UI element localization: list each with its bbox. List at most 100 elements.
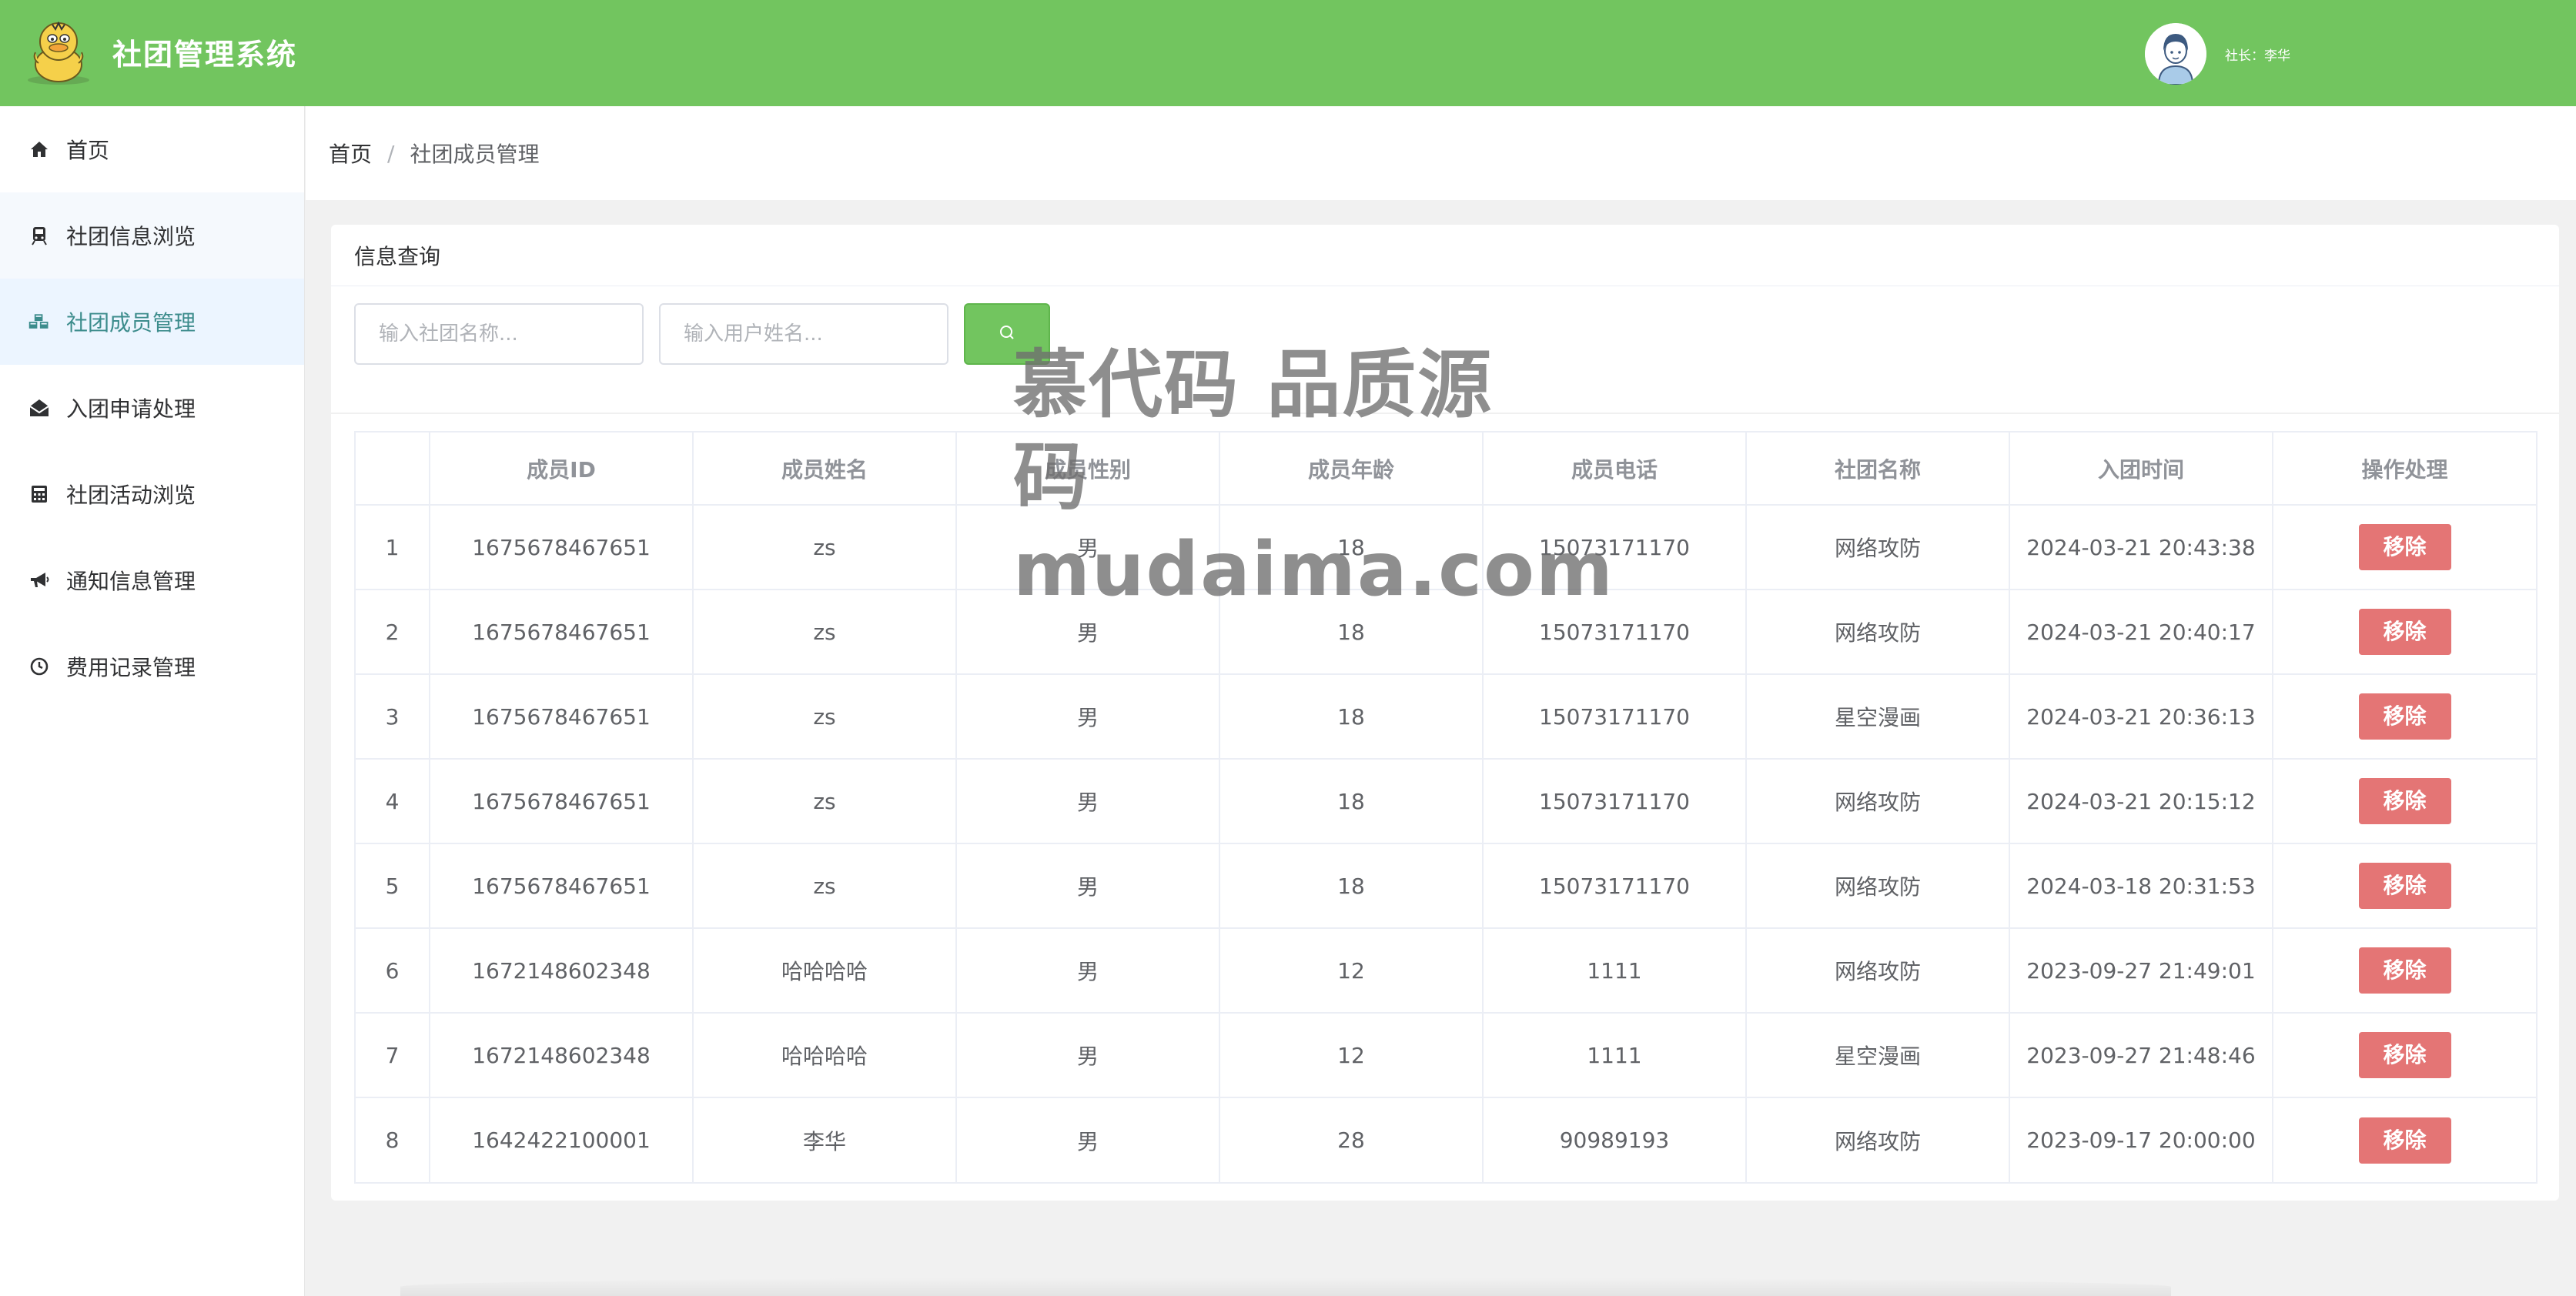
cell-club-name: 星空漫画 — [1746, 1013, 2010, 1098]
cell-club-name: 网络攻防 — [1746, 1097, 2010, 1182]
remove-button[interactable]: 移除 — [2358, 609, 2451, 655]
member-query-card: 信息查询 成员ID 成员姓名 成员性别 成员年龄 成员电话 社团名称 入团时间 — [331, 225, 2559, 1201]
column-header-index — [356, 433, 430, 506]
cell-member-phone: 15073171170 — [1483, 674, 1747, 760]
cell-member-gender: 男 — [956, 505, 1220, 590]
card-divider — [331, 413, 2559, 414]
column-header-join-time: 入团时间 — [2009, 433, 2273, 506]
remove-button[interactable]: 移除 — [2358, 863, 2451, 909]
table-row: 8 1642422100001 李华 男 28 90989193 网络攻防 20… — [356, 1097, 2536, 1182]
cell-member-id: 1672148602348 — [430, 1013, 694, 1098]
sidebar-item-activities[interactable]: 社团活动浏览 — [0, 451, 304, 537]
cell-club-name: 网络攻防 — [1746, 928, 2010, 1014]
cell-actions: 移除 — [2273, 505, 2536, 590]
cell-member-id: 1675678467651 — [430, 843, 694, 929]
cell-index: 8 — [356, 1097, 430, 1182]
cell-index: 4 — [356, 759, 430, 844]
table-row: 4 1675678467651 zs 男 18 15073171170 网络攻防… — [356, 759, 2536, 844]
cell-member-name: 哈哈哈哈 — [693, 928, 957, 1014]
cell-member-gender: 男 — [956, 674, 1220, 760]
top-header: 社团管理系统 社长：李华 — [0, 0, 2576, 106]
table-row: 7 1672148602348 哈哈哈哈 男 12 1111 星空漫画 2023… — [356, 1013, 2536, 1098]
remove-button[interactable]: 移除 — [2358, 524, 2451, 570]
cell-member-phone: 15073171170 — [1483, 590, 1747, 675]
cell-index: 7 — [356, 1013, 430, 1098]
remove-button[interactable]: 移除 — [2358, 693, 2451, 740]
sidebar-item-fee-records[interactable]: 费用记录管理 — [0, 623, 304, 710]
cubes-icon — [28, 310, 51, 333]
cell-join-time: 2023-09-27 21:49:01 — [2009, 928, 2273, 1014]
remove-button[interactable]: 移除 — [2358, 1117, 2451, 1164]
cell-club-name: 网络攻防 — [1746, 590, 2010, 675]
sidebar-item-home[interactable]: 首页 — [0, 106, 304, 192]
cell-actions: 移除 — [2273, 928, 2536, 1014]
cell-member-name: zs — [693, 674, 957, 760]
app-title: 社团管理系统 — [112, 38, 298, 72]
cell-actions: 移除 — [2273, 1013, 2536, 1098]
remove-button[interactable]: 移除 — [2358, 947, 2451, 994]
home-icon — [28, 138, 51, 161]
cell-club-name: 网络攻防 — [1746, 759, 2010, 844]
cell-member-id: 1642422100001 — [430, 1097, 694, 1182]
table-row: 6 1672148602348 哈哈哈哈 男 12 1111 网络攻防 2023… — [356, 928, 2536, 1014]
sidebar-item-label: 社团活动浏览 — [66, 483, 196, 508]
calculator-icon — [28, 483, 51, 506]
remove-button[interactable]: 移除 — [2358, 778, 2451, 824]
breadcrumb-current: 社团成员管理 — [410, 142, 540, 167]
cell-join-time: 2024-03-21 20:43:38 — [2009, 505, 2273, 590]
cell-member-name: zs — [693, 759, 957, 844]
cell-index: 1 — [356, 505, 430, 590]
sidebar-item-label: 社团成员管理 — [66, 310, 196, 336]
remove-button[interactable]: 移除 — [2358, 1032, 2451, 1078]
bullhorn-icon — [28, 569, 51, 592]
cell-actions: 移除 — [2273, 759, 2536, 844]
breadcrumb-separator: / — [387, 140, 395, 166]
cell-member-phone: 1111 — [1483, 1013, 1747, 1098]
search-button[interactable] — [964, 303, 1050, 365]
breadcrumb: 首页 / 社团成员管理 — [306, 106, 2576, 200]
cell-member-phone: 1111 — [1483, 928, 1747, 1014]
cell-join-time: 2024-03-21 20:15:12 — [2009, 759, 2273, 844]
table-header-row: 成员ID 成员姓名 成员性别 成员年龄 成员电话 社团名称 入团时间 操作处理 — [356, 433, 2536, 506]
cell-member-name: 李华 — [693, 1097, 957, 1182]
cell-join-time: 2024-03-18 20:31:53 — [2009, 843, 2273, 929]
cell-index: 2 — [356, 590, 430, 675]
sidebar-item-member-management[interactable]: 社团成员管理 — [0, 279, 304, 365]
club-name-input[interactable] — [354, 303, 644, 365]
cell-member-phone: 15073171170 — [1483, 843, 1747, 929]
cell-member-gender: 男 — [956, 1013, 1220, 1098]
user-avatar[interactable] — [2145, 23, 2206, 85]
cell-member-gender: 男 — [956, 843, 1220, 929]
cell-member-id: 1675678467651 — [430, 590, 694, 675]
cell-member-gender: 男 — [956, 759, 1220, 844]
cell-actions: 移除 — [2273, 843, 2536, 929]
sidebar-item-label: 社团信息浏览 — [66, 224, 196, 249]
cell-index: 3 — [356, 674, 430, 760]
sidebar-item-label: 首页 — [66, 138, 110, 163]
sidebar-item-join-requests[interactable]: 入团申请处理 — [0, 365, 304, 451]
cell-club-name: 网络攻防 — [1746, 505, 2010, 590]
cell-member-name: 哈哈哈哈 — [693, 1013, 957, 1098]
cell-actions: 移除 — [2273, 674, 2536, 760]
cell-member-gender: 男 — [956, 590, 1220, 675]
breadcrumb-home-link[interactable]: 首页 — [329, 138, 372, 169]
cell-member-age: 12 — [1219, 928, 1484, 1014]
cell-member-gender: 男 — [956, 928, 1220, 1014]
sidebar: 首页 社团信息浏览 社团成员管理 入团申请处理 社团活动浏览 通知信息管理 费用… — [0, 106, 305, 1296]
sidebar-item-notifications[interactable]: 通知信息管理 — [0, 537, 304, 623]
cell-member-phone: 15073171170 — [1483, 759, 1747, 844]
cell-club-name: 星空漫画 — [1746, 674, 2010, 760]
cell-member-name: zs — [693, 843, 957, 929]
cell-club-name: 网络攻防 — [1746, 843, 2010, 929]
cell-member-id: 1675678467651 — [430, 759, 694, 844]
column-header-member-id: 成员ID — [430, 433, 694, 506]
sidebar-item-label: 费用记录管理 — [66, 655, 196, 680]
column-header-member-gender: 成员性别 — [956, 433, 1220, 506]
table-row: 1 1675678467651 zs 男 18 15073171170 网络攻防… — [356, 505, 2536, 590]
table-row: 3 1675678467651 zs 男 18 15073171170 星空漫画… — [356, 674, 2536, 760]
user-name-input[interactable] — [659, 303, 948, 365]
bottom-shadow — [400, 1278, 2171, 1296]
sidebar-item-club-info[interactable]: 社团信息浏览 — [0, 192, 304, 279]
clock-icon — [28, 655, 51, 678]
cell-member-age: 18 — [1219, 674, 1484, 760]
